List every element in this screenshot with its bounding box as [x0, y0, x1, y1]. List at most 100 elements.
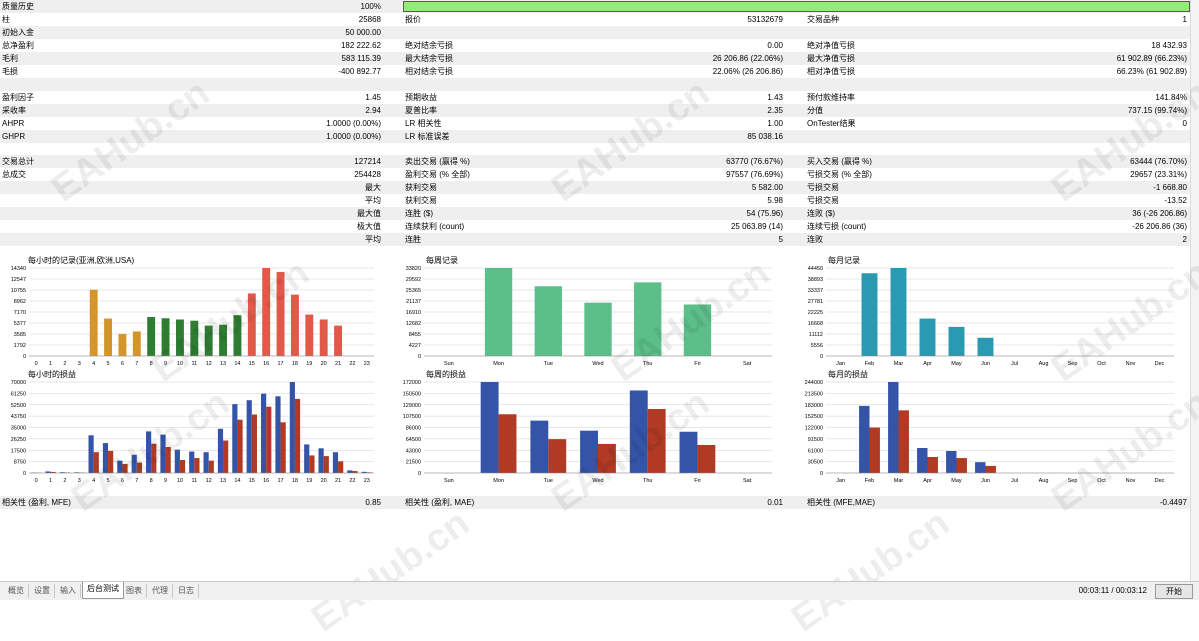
x-tick-label: 7 [135, 361, 138, 367]
value-right [1005, 130, 1187, 143]
x-tick-label: Thu [643, 478, 652, 484]
y-tick-label: 3585 [14, 332, 26, 338]
value-right: 36 (-26 206.86) [1005, 207, 1187, 220]
y-tick-label: 7170 [14, 310, 26, 316]
label-left [0, 78, 202, 91]
bar [859, 406, 869, 473]
x-tick-label: Dec [1155, 361, 1165, 367]
y-tick-label: 129000 [403, 403, 421, 409]
label-left: 相关性 (盈利, MFE) [0, 496, 202, 509]
value-right: 141.84% [1005, 91, 1187, 104]
value-left [200, 78, 381, 91]
y-tick-label: 16910 [406, 310, 421, 316]
chart-4: 每周的损益17200015050012900010750086000645004… [402, 370, 774, 485]
vertical-scrollbar[interactable] [1190, 0, 1199, 581]
value-left: 182 222.62 [200, 39, 381, 52]
bar [233, 315, 241, 356]
tab-0[interactable]: 概览 [4, 584, 29, 598]
bar [290, 382, 295, 473]
elapsed-timer: 00:03:11 / 00:03:12 [1079, 584, 1147, 598]
x-tick-label: 23 [364, 361, 370, 367]
x-tick-label: Aug [1039, 361, 1049, 367]
value-left: 最大 [200, 181, 381, 194]
value-right: 61 902.89 (66.23%) [1005, 52, 1187, 65]
value-left: 0.85 [200, 496, 381, 509]
y-tick-label: 86000 [406, 426, 421, 432]
x-tick-label: 0 [35, 478, 38, 484]
value-mid: 1.00 [603, 117, 783, 130]
bar [137, 463, 142, 473]
label-mid [403, 142, 605, 155]
label-right [805, 130, 1007, 143]
bar [189, 452, 194, 473]
bar [162, 318, 170, 356]
y-tick-label: 14340 [11, 266, 26, 272]
value-mid: 2.35 [603, 104, 783, 117]
label-left [0, 194, 202, 207]
x-tick-label: Dec [1155, 478, 1165, 484]
bar [247, 400, 252, 473]
x-tick-label: Fri [694, 361, 700, 367]
x-tick-label: 22 [349, 478, 355, 484]
y-tick-label: 26250 [11, 437, 26, 443]
bar [870, 428, 880, 474]
value-right: 737.15 (99.74%) [1005, 104, 1187, 117]
tab-1[interactable]: 设置 [30, 584, 55, 598]
tab-5[interactable]: 代理 [148, 584, 173, 598]
bar [891, 268, 907, 356]
x-tick-label: 4 [92, 361, 95, 367]
label-left: 质量历史 [0, 0, 202, 13]
y-tick-label: 33337 [808, 288, 823, 294]
bar [917, 448, 927, 473]
value-right: 66.23% (61 902.89) [1005, 65, 1187, 78]
start-button[interactable]: 开始 [1155, 584, 1193, 599]
bar [319, 448, 324, 473]
x-tick-label: 6 [121, 478, 124, 484]
label-left: GHPR [0, 130, 202, 143]
bar [90, 290, 98, 356]
x-tick-label: 17 [278, 478, 284, 484]
x-tick-label: 23 [364, 478, 370, 484]
y-tick-label: 21500 [406, 460, 421, 466]
x-tick-label: Feb [865, 478, 874, 484]
x-tick-label: Mar [894, 361, 904, 367]
x-tick-label: 5 [107, 478, 110, 484]
label-mid: 预期收益 [403, 91, 605, 104]
report-row: 总净盈利182 222.62绝对结余亏损0.00绝对净值亏损18 432.93 [0, 39, 1191, 52]
tab-6[interactable]: 日志 [174, 584, 199, 598]
y-tick-label: 12547 [11, 277, 26, 283]
value-mid: 85 038.16 [603, 130, 783, 143]
y-tick-label: 38893 [808, 277, 823, 283]
label-right: OnTester结果 [805, 117, 1007, 130]
bar [680, 432, 698, 473]
x-tick-label: Aug [1039, 478, 1049, 484]
value-right [1005, 78, 1187, 91]
bar [499, 414, 517, 473]
bar [920, 319, 936, 356]
tab-4[interactable]: 图表 [122, 584, 147, 598]
value-right: -0.4497 [1005, 496, 1187, 509]
report-row: 毛损-400 892.77相对结余亏损22.06% (26 206.86)相对净… [0, 65, 1191, 78]
bar [986, 466, 996, 473]
bar [262, 268, 270, 356]
x-tick-label: Jun [981, 361, 990, 367]
bar [133, 331, 141, 356]
value-mid: 5 [603, 233, 783, 246]
x-tick-label: 20 [321, 478, 327, 484]
label-mid [403, 26, 605, 39]
tab-3[interactable]: 后台测试 [82, 582, 124, 599]
bar [485, 268, 512, 356]
bar [648, 409, 666, 473]
report-row: 平均获利交易5.98亏损交易-13.52 [0, 194, 1191, 207]
bar [928, 457, 938, 473]
x-tick-label: 13 [220, 478, 226, 484]
x-tick-label: Feb [865, 361, 874, 367]
bar [223, 441, 228, 474]
y-tick-label: 61000 [808, 448, 823, 454]
label-left: 采收率 [0, 104, 202, 117]
y-tick-label: 10755 [11, 288, 26, 294]
bar [634, 282, 661, 356]
tab-2[interactable]: 输入 [56, 584, 81, 598]
value-mid: 0.00 [603, 39, 783, 52]
x-tick-label: Nov [1126, 478, 1136, 484]
